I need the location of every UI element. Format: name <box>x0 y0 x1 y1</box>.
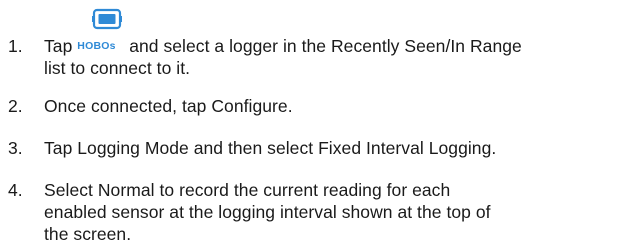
step-line: enabled sensor at the logging interval s… <box>44 202 491 222</box>
step-text-before: Tap <box>44 36 73 56</box>
step-text: Tap Logging Mode and then select Fixed I… <box>44 138 497 158</box>
step-line: Tap HOBOs and select a logger in the Rec… <box>44 35 634 57</box>
step-number: 3. <box>8 138 23 158</box>
hobos-button[interactable]: HOBOs <box>77 38 124 52</box>
step-number: 1. <box>8 36 23 56</box>
hobos-logger-icon <box>92 8 122 30</box>
step-text: Select Normal to record the current read… <box>44 179 634 245</box>
step-text-after: and select a logger in the Recently Seen… <box>129 36 522 56</box>
step-text: Once connected, tap Configure. <box>44 96 293 116</box>
step-line: Select Normal to record the current read… <box>44 180 451 200</box>
step-number: 2. <box>8 96 23 116</box>
hobos-button-label: HOBOs <box>77 40 116 52</box>
step-text: Tap HOBOs and select a logger in the Rec… <box>44 35 634 79</box>
step-line: the screen. <box>44 224 132 244</box>
step-line: list to connect to it. <box>44 58 191 78</box>
step-number: 4. <box>8 180 23 200</box>
